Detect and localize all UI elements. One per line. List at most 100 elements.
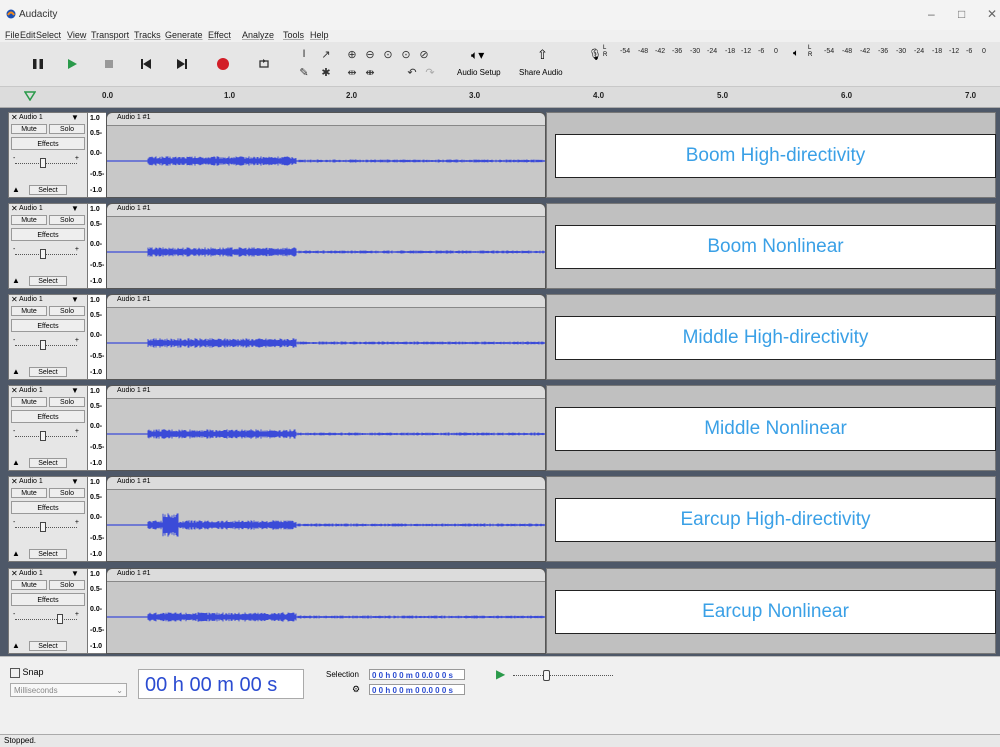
audio-track[interactable]: ✕ Audio 1 ▼ Mute Solo Effects - + ▲ Sele… bbox=[8, 112, 996, 198]
menu-analyze[interactable]: Analyze bbox=[242, 30, 274, 40]
gain-slider-thumb[interactable] bbox=[57, 614, 63, 624]
audio-clip[interactable]: Audio 1 #1 bbox=[106, 294, 546, 380]
select-track-button[interactable]: Select bbox=[29, 276, 67, 286]
solo-button[interactable]: Solo bbox=[49, 488, 85, 498]
menu-tracks[interactable]: Tracks bbox=[134, 30, 161, 40]
audio-clip[interactable]: Audio 1 #1 bbox=[106, 476, 546, 562]
minimize-button[interactable]: – bbox=[928, 7, 935, 21]
select-track-button[interactable]: Select bbox=[29, 185, 67, 195]
track-name[interactable]: Audio 1 bbox=[19, 387, 43, 394]
microphone-icon[interactable]: 🎙︎ bbox=[588, 48, 602, 61]
stop-button[interactable] bbox=[95, 50, 123, 78]
play-button[interactable] bbox=[58, 50, 86, 78]
audio-setup-button[interactable]: 🔈︎▾ Audio Setup bbox=[455, 44, 509, 82]
collapse-track-icon[interactable]: ▲ bbox=[12, 185, 20, 194]
effects-button[interactable]: Effects bbox=[11, 137, 85, 150]
gain-slider[interactable]: - + bbox=[13, 337, 79, 350]
draw-tool-icon[interactable]: ✎ bbox=[296, 64, 312, 80]
mute-button[interactable]: Mute bbox=[11, 215, 47, 225]
track-menu-chevron-icon[interactable]: ▼ bbox=[71, 569, 79, 578]
fit-selection-icon[interactable]: ⊙ bbox=[380, 46, 396, 62]
audio-clip[interactable]: Audio 1 #1 bbox=[106, 385, 546, 471]
menu-effect[interactable]: Effect bbox=[208, 30, 231, 40]
track-menu-chevron-icon[interactable]: ▼ bbox=[71, 477, 79, 486]
audio-clip[interactable]: Audio 1 #1 bbox=[106, 203, 546, 289]
effects-button[interactable]: Effects bbox=[11, 319, 85, 332]
gain-slider-thumb[interactable] bbox=[40, 340, 46, 350]
zoom-out-icon[interactable]: ⊖ bbox=[362, 46, 378, 62]
menu-tools[interactable]: Tools bbox=[283, 30, 304, 40]
audio-track[interactable]: ✕ Audio 1 ▼ Mute Solo Effects - + ▲ Sele… bbox=[8, 568, 996, 654]
close-track-icon[interactable]: ✕ bbox=[11, 386, 18, 395]
mute-button[interactable]: Mute bbox=[11, 397, 47, 407]
solo-button[interactable]: Solo bbox=[49, 124, 85, 134]
timeline-options-icon[interactable] bbox=[24, 91, 36, 101]
share-audio-button[interactable]: ⇧ Share Audio bbox=[517, 44, 571, 82]
close-button[interactable]: ✕ bbox=[987, 7, 997, 21]
snap-unit-select[interactable]: Milliseconds ⌄ bbox=[10, 683, 127, 697]
trim-audio-icon[interactable]: ⇹ bbox=[344, 64, 360, 80]
solo-button[interactable]: Solo bbox=[49, 397, 85, 407]
track-menu-chevron-icon[interactable]: ▼ bbox=[71, 386, 79, 395]
effects-button[interactable]: Effects bbox=[11, 501, 85, 514]
envelope-tool-icon[interactable]: ↗ bbox=[318, 46, 334, 62]
close-track-icon[interactable]: ✕ bbox=[11, 295, 18, 304]
collapse-track-icon[interactable]: ▲ bbox=[12, 641, 20, 650]
slider-thumb[interactable] bbox=[543, 670, 550, 681]
gain-slider-thumb[interactable] bbox=[40, 158, 46, 168]
gain-slider-thumb[interactable] bbox=[40, 431, 46, 441]
track-control-panel[interactable]: ✕ Audio 1 ▼ Mute Solo Effects - + ▲ Sele… bbox=[8, 112, 88, 198]
record-button[interactable] bbox=[209, 50, 237, 78]
fit-project-icon[interactable]: ⊙ bbox=[398, 46, 414, 62]
track-menu-chevron-icon[interactable]: ▼ bbox=[71, 204, 79, 213]
mute-button[interactable]: Mute bbox=[11, 580, 47, 590]
play-at-speed-icon[interactable]: ▶ bbox=[496, 667, 505, 681]
effects-button[interactable]: Effects bbox=[11, 593, 85, 606]
record-meter[interactable]: -54 -48 -42 -36 -30 -24 -18 -12 -6 0 bbox=[612, 48, 782, 58]
playback-speaker-icon[interactable]: 🔈︎ bbox=[793, 48, 799, 59]
effects-button[interactable]: Effects bbox=[11, 410, 85, 423]
track-control-panel[interactable]: ✕ Audio 1 ▼ Mute Solo Effects - + ▲ Sele… bbox=[8, 294, 88, 380]
collapse-track-icon[interactable]: ▲ bbox=[12, 276, 20, 285]
audio-clip[interactable]: Audio 1 #1 bbox=[106, 568, 546, 654]
solo-button[interactable]: Solo bbox=[49, 306, 85, 316]
effects-button[interactable]: Effects bbox=[11, 228, 85, 241]
menu-view[interactable]: View bbox=[67, 30, 86, 40]
audio-clip[interactable]: Audio 1 #1 bbox=[106, 112, 546, 198]
selection-mode-icon[interactable]: ⚙ bbox=[352, 684, 360, 695]
loop-button[interactable] bbox=[250, 50, 278, 78]
solo-button[interactable]: Solo bbox=[49, 580, 85, 590]
track-name[interactable]: Audio 1 bbox=[19, 570, 43, 577]
collapse-track-icon[interactable]: ▲ bbox=[12, 549, 20, 558]
zoom-in-icon[interactable]: ⊕ bbox=[344, 46, 360, 62]
playback-meter[interactable]: -54 -48 -42 -36 -30 -24 -18 -12 -6 0 bbox=[816, 48, 994, 58]
menu-file[interactable]: File bbox=[5, 30, 20, 40]
close-track-icon[interactable]: ✕ bbox=[11, 569, 18, 578]
close-track-icon[interactable]: ✕ bbox=[11, 204, 18, 213]
audio-track[interactable]: ✕ Audio 1 ▼ Mute Solo Effects - + ▲ Sele… bbox=[8, 385, 996, 471]
gain-slider-thumb[interactable] bbox=[40, 522, 46, 532]
timeline-ruler[interactable]: 0.0 1.0 2.0 3.0 4.0 5.0 6.0 7.0 bbox=[0, 87, 1000, 108]
track-name[interactable]: Audio 1 bbox=[19, 296, 43, 303]
collapse-track-icon[interactable]: ▲ bbox=[12, 367, 20, 376]
track-control-panel[interactable]: ✕ Audio 1 ▼ Mute Solo Effects - + ▲ Sele… bbox=[8, 476, 88, 562]
menu-select[interactable]: Select bbox=[36, 30, 61, 40]
collapse-track-icon[interactable]: ▲ bbox=[12, 458, 20, 467]
maximize-button[interactable]: □ bbox=[958, 7, 965, 21]
snap-checkbox[interactable]: Snap bbox=[10, 667, 44, 678]
audio-track[interactable]: ✕ Audio 1 ▼ Mute Solo Effects - + ▲ Sele… bbox=[8, 203, 996, 289]
gain-slider[interactable]: - + bbox=[13, 246, 79, 259]
mute-button[interactable]: Mute bbox=[11, 306, 47, 316]
audio-track[interactable]: ✕ Audio 1 ▼ Mute Solo Effects - + ▲ Sele… bbox=[8, 476, 996, 562]
redo-icon[interactable]: ↷ bbox=[422, 64, 438, 80]
menu-transport[interactable]: Transport bbox=[91, 30, 129, 40]
menu-edit[interactable]: Edit bbox=[20, 30, 36, 40]
track-name[interactable]: Audio 1 bbox=[19, 478, 43, 485]
track-control-panel[interactable]: ✕ Audio 1 ▼ Mute Solo Effects - + ▲ Sele… bbox=[8, 203, 88, 289]
track-control-panel[interactable]: ✕ Audio 1 ▼ Mute Solo Effects - + ▲ Sele… bbox=[8, 568, 88, 654]
skip-to-start-button[interactable] bbox=[132, 50, 160, 78]
silence-audio-icon[interactable]: ⇼ bbox=[362, 64, 378, 80]
play-speed-slider[interactable] bbox=[513, 667, 615, 681]
track-name[interactable]: Audio 1 bbox=[19, 114, 43, 121]
mute-button[interactable]: Mute bbox=[11, 488, 47, 498]
